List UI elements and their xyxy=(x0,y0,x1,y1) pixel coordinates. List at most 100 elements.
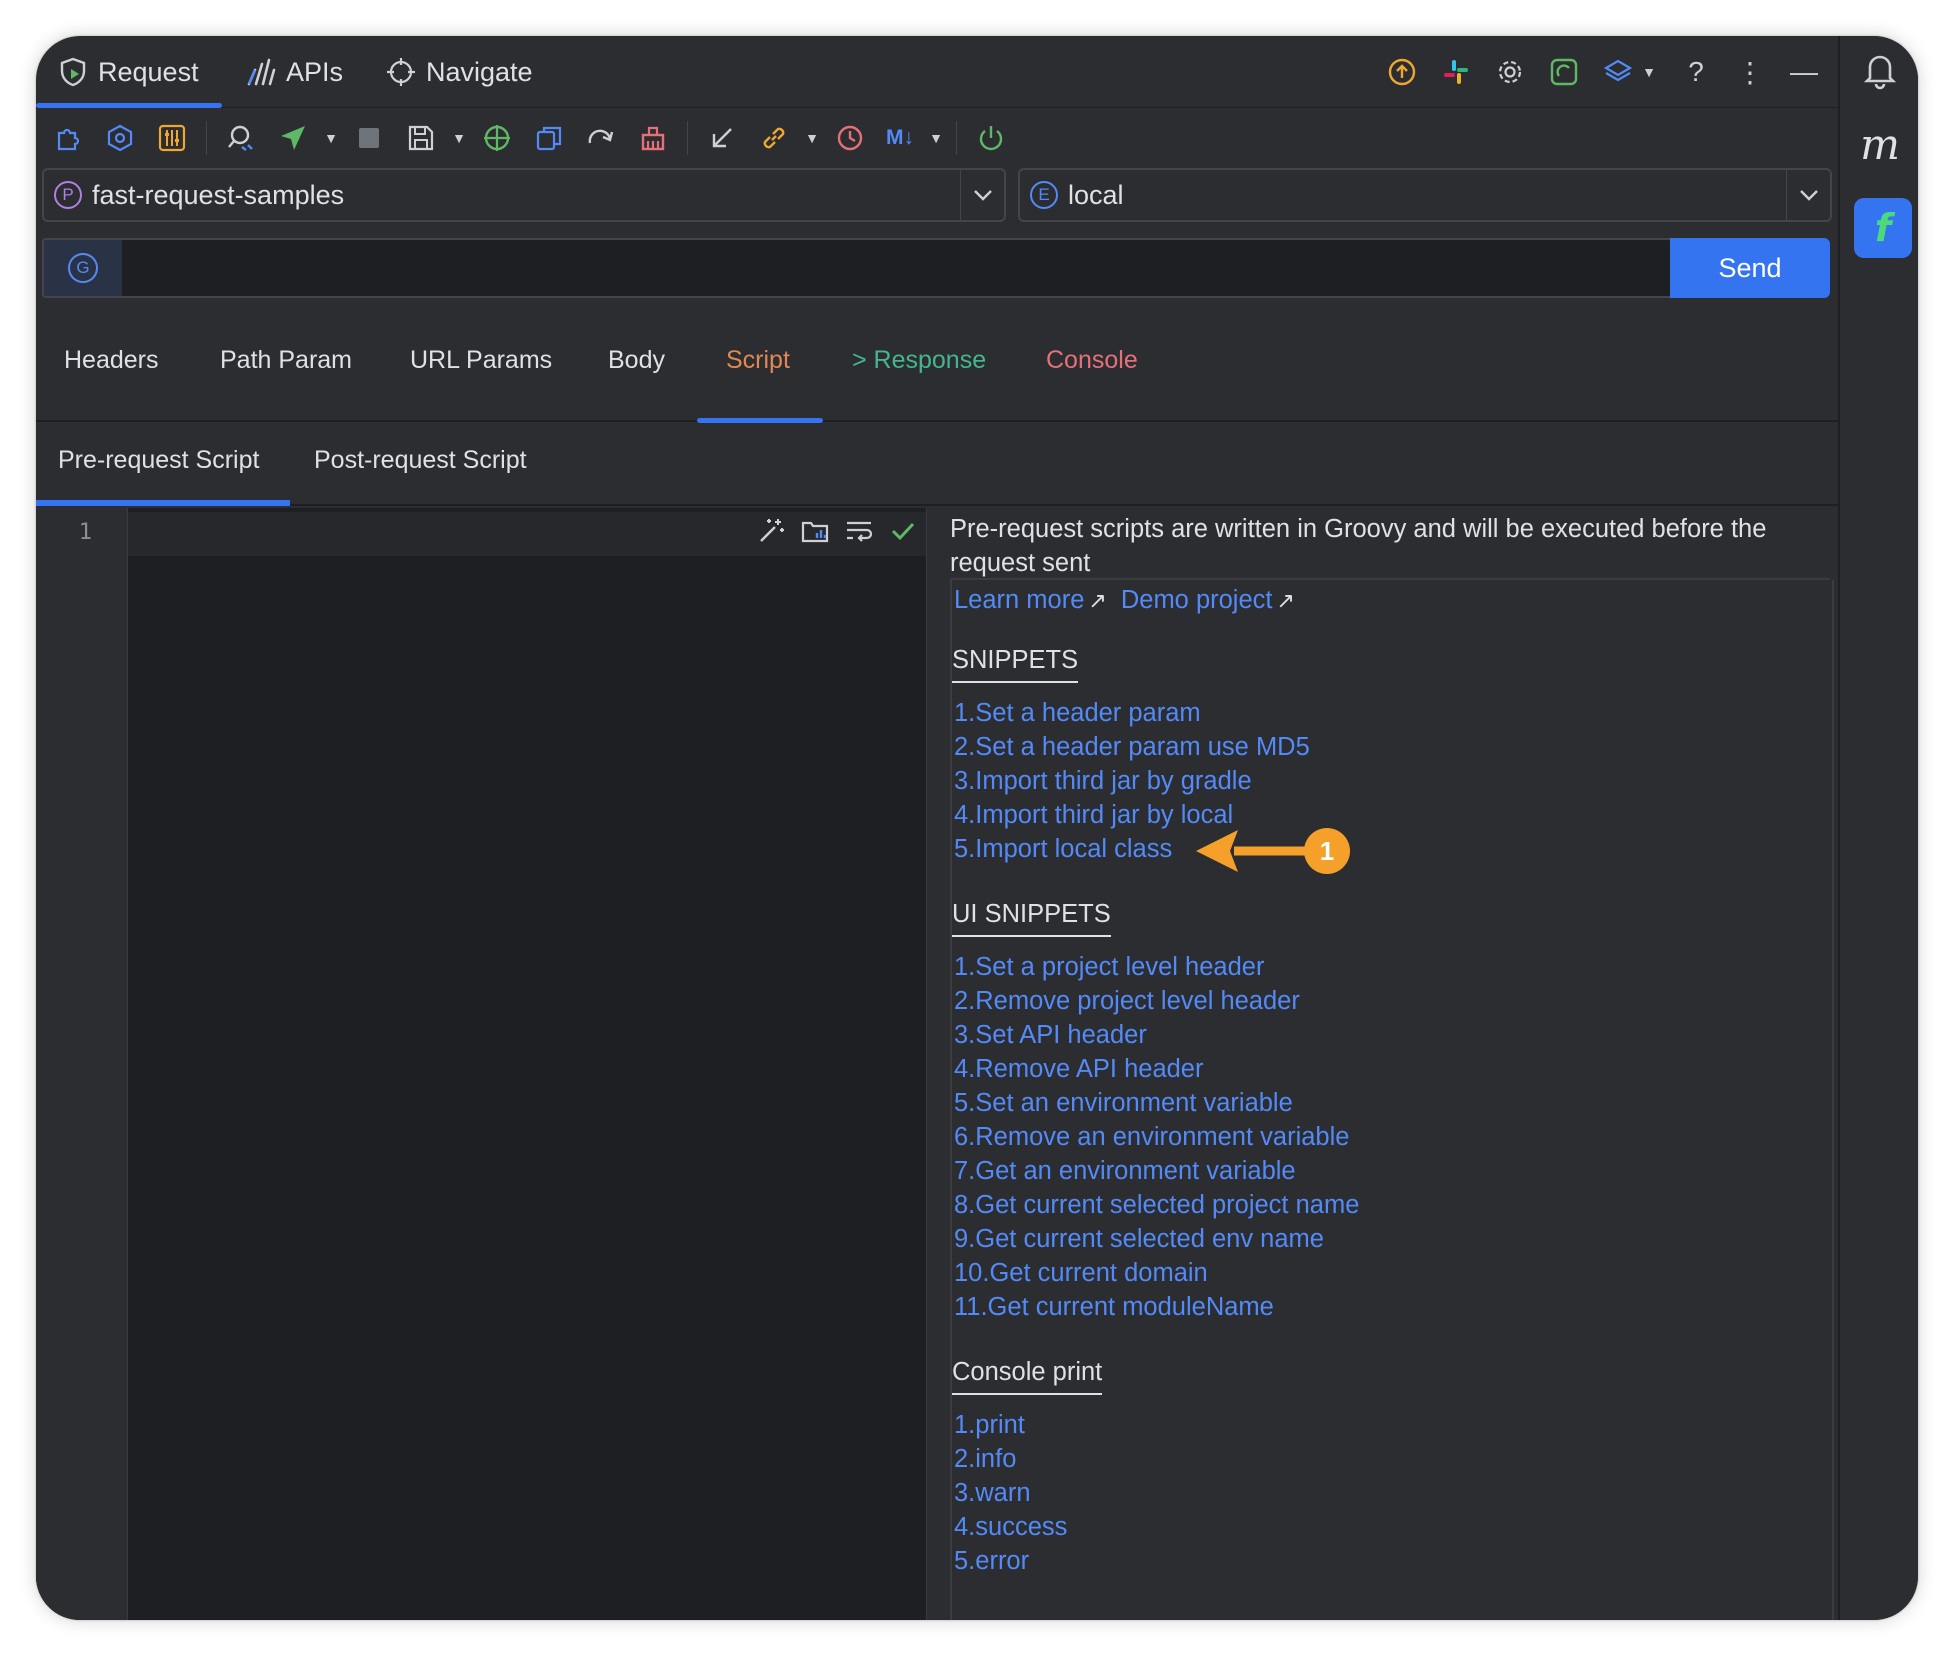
gear-icon[interactable] xyxy=(1494,56,1526,88)
console-snippet-link[interactable]: 1.print xyxy=(954,1408,1067,1442)
bell-icon[interactable] xyxy=(1860,50,1900,90)
tab-post-request-script[interactable]: Post-request Script xyxy=(314,446,527,475)
request-shield-icon xyxy=(58,57,88,87)
environment-badge-icon: E xyxy=(1030,181,1058,209)
refresh-window-icon[interactable] xyxy=(1548,56,1580,88)
m-plugin-icon[interactable]: m xyxy=(1856,120,1904,176)
ui-snippet-link[interactable]: 2.Remove project level header xyxy=(954,984,1359,1018)
line-number: 1 xyxy=(78,520,92,545)
copy-icon[interactable] xyxy=(525,116,573,160)
project-badge-icon: P xyxy=(54,181,82,209)
url-bar: G xyxy=(42,238,1673,298)
save-icon[interactable] xyxy=(397,116,445,160)
history-icon[interactable] xyxy=(826,116,874,160)
clear-icon[interactable] xyxy=(629,116,677,160)
ui-snippet-link[interactable]: 1.Set a project level header xyxy=(954,950,1359,984)
request-tabs: Headers Path Param URL Params Body Scrip… xyxy=(36,326,1838,423)
fast-request-icon[interactable]: f xyxy=(1854,198,1912,258)
tab-response[interactable]: > Response xyxy=(852,346,986,386)
tab-console[interactable]: Console xyxy=(1046,346,1138,386)
tab-body[interactable]: Body xyxy=(608,346,665,386)
snippet-link[interactable]: 1.Set a header param xyxy=(954,696,1310,730)
slack-icon[interactable] xyxy=(1440,56,1472,88)
send-icon[interactable] xyxy=(269,116,317,160)
markdown-icon[interactable]: M↓ xyxy=(878,116,922,160)
divider xyxy=(1832,580,1834,1620)
markdown-dropdown-icon[interactable]: ▼ xyxy=(926,116,946,160)
url-input[interactable] xyxy=(124,240,1671,296)
right-tool-stripe: m f xyxy=(1838,36,1918,1620)
ui-snippet-link[interactable]: 6.Remove an environment variable xyxy=(954,1120,1359,1154)
send-button[interactable]: Send xyxy=(1670,238,1830,298)
chevron-down-icon[interactable] xyxy=(960,170,1004,220)
tab-url-params[interactable]: URL Params xyxy=(410,346,552,386)
divider xyxy=(950,578,1830,580)
environment-select[interactable]: E local xyxy=(1018,168,1832,222)
tab-apis[interactable]: APIs xyxy=(246,50,343,94)
plugin-icon[interactable] xyxy=(44,116,92,160)
tab-request-label: Request xyxy=(98,56,199,87)
stop-icon[interactable] xyxy=(345,116,393,160)
ui-snippet-link[interactable]: 8.Get current selected project name xyxy=(954,1188,1359,1222)
annotation-arrow-icon xyxy=(1196,830,1312,872)
folder-chart-icon[interactable] xyxy=(800,516,830,551)
docs-links: Learn more ↗ Demo project ↗ xyxy=(954,586,1295,615)
editor-toolbar xyxy=(756,516,918,551)
console-snippet-link[interactable]: 2.info xyxy=(954,1442,1067,1476)
ui-snippet-link[interactable]: 5.Set an environment variable xyxy=(954,1086,1359,1120)
help-icon[interactable]: ? xyxy=(1680,56,1712,88)
tab-navigate-label: Navigate xyxy=(426,56,533,87)
script-editor[interactable]: 1 xyxy=(36,508,926,1620)
console-snippet-link[interactable]: 3.warn xyxy=(954,1476,1067,1510)
snippet-link[interactable]: 2.Set a header param use MD5 xyxy=(954,730,1310,764)
tab-headers[interactable]: Headers xyxy=(64,346,159,386)
http-method-selector[interactable]: G xyxy=(44,240,122,296)
ui-snippet-link[interactable]: 7.Get an environment variable xyxy=(954,1154,1359,1188)
hexagon-settings-icon[interactable] xyxy=(96,116,144,160)
ui-snippet-link[interactable]: 3.Set API header xyxy=(954,1018,1359,1052)
script-docs-panel: Pre-request scripts are written in Groov… xyxy=(930,508,1838,1620)
magic-wand-icon[interactable] xyxy=(756,516,786,551)
console-snippet-link[interactable]: 5.error xyxy=(954,1544,1067,1578)
target-icon[interactable] xyxy=(473,116,521,160)
save-dropdown-icon[interactable]: ▼ xyxy=(449,116,469,160)
ui-snippets-heading: UI SNIPPETS xyxy=(952,900,1111,937)
power-icon[interactable] xyxy=(967,116,1015,160)
check-icon[interactable] xyxy=(888,516,918,551)
ui-snippet-link[interactable]: 4.Remove API header xyxy=(954,1052,1359,1086)
chevron-down-icon[interactable] xyxy=(1786,170,1830,220)
link-dropdown-icon[interactable]: ▼ xyxy=(802,116,822,160)
wrap-lines-icon[interactable] xyxy=(844,516,874,551)
tab-pre-request-script[interactable]: Pre-request Script xyxy=(58,446,259,475)
sliders-icon[interactable] xyxy=(148,116,196,160)
tab-request[interactable]: Request xyxy=(58,50,199,94)
tab-path-param[interactable]: Path Param xyxy=(220,346,352,386)
ui-snippet-link[interactable]: 10.Get current domain xyxy=(954,1256,1359,1290)
send-dropdown-icon[interactable]: ▼ xyxy=(321,116,341,160)
get-method-icon: G xyxy=(68,253,98,283)
project-select[interactable]: P fast-request-samples xyxy=(42,168,1006,222)
snippet-link[interactable]: 3.Import third jar by gradle xyxy=(954,764,1310,798)
tab-script[interactable]: Script xyxy=(726,346,790,386)
external-link-icon: ↗ xyxy=(1276,588,1295,613)
top-tab-bar: Request APIs Navigate ▼ ? ⋮ — xyxy=(36,36,1838,108)
ui-snippet-link[interactable]: 9.Get current selected env name xyxy=(954,1222,1359,1256)
app-window: Request APIs Navigate ▼ ? ⋮ — ▼ ▼ ▼ M↓ ▼… xyxy=(36,36,1918,1620)
tab-navigate[interactable]: Navigate xyxy=(386,50,533,94)
search-api-icon[interactable] xyxy=(217,116,265,160)
layers-icon[interactable] xyxy=(1602,56,1634,88)
active-tab-indicator xyxy=(697,418,823,423)
learn-more-link[interactable]: Learn more ↗ xyxy=(954,586,1107,615)
console-snippet-link[interactable]: 4.success xyxy=(954,1510,1067,1544)
redo-icon[interactable] xyxy=(577,116,625,160)
apis-chart-icon xyxy=(246,57,276,87)
minimize-icon[interactable]: — xyxy=(1788,56,1820,88)
import-icon[interactable] xyxy=(698,116,746,160)
demo-project-link[interactable]: Demo project ↗ xyxy=(1121,586,1295,615)
layers-dropdown-icon[interactable]: ▼ xyxy=(1640,56,1658,88)
link-icon[interactable] xyxy=(750,116,798,160)
upload-icon[interactable] xyxy=(1386,56,1418,88)
ui-snippet-link[interactable]: 11.Get current moduleName xyxy=(954,1290,1359,1324)
more-vertical-icon[interactable]: ⋮ xyxy=(1734,56,1766,88)
toolbar-separator xyxy=(687,121,688,155)
